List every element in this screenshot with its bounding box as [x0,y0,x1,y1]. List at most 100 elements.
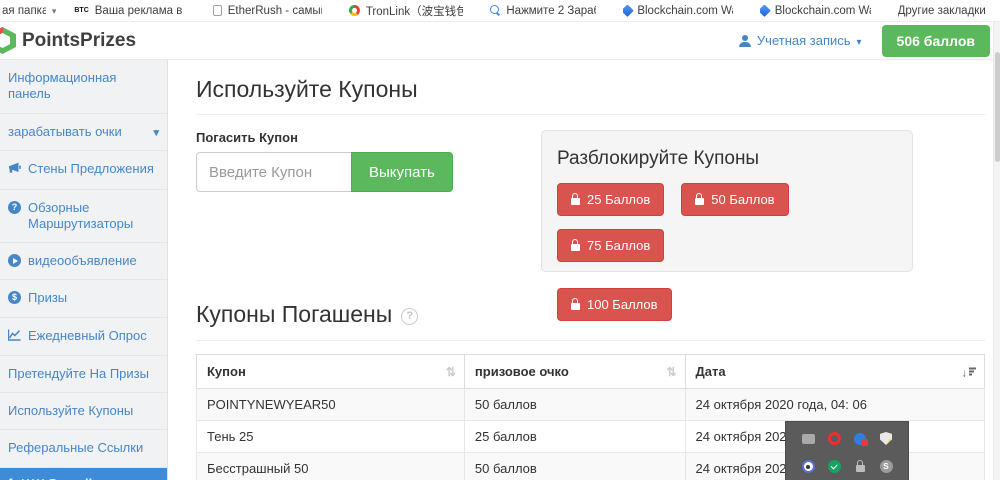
user-icon [739,35,751,47]
sidebar-item-use-coupons[interactable]: Используйте Купоны [0,393,167,430]
bookmark-item[interactable]: Blockchain.com Wa [623,5,733,17]
sidebar-item-label: Ежедневный Опрос [28,328,159,344]
sidebar: Информационная панель зарабатывать очки … [0,60,168,480]
sidebar-item-earn-points[interactable]: зарабатывать очки [0,114,167,152]
redeem-coupon-label: Погасить Купон [196,130,541,145]
tronlink-icon [349,5,359,16]
bookmark-item[interactable]: BTC Ваша реклама в с [74,5,186,17]
sidebar-item-offer-walls[interactable]: Стены Предложения [0,151,167,189]
sidebar-item-survey-routers[interactable]: Обзорные Маршрутизаторы [0,190,167,244]
sidebar-item-label: Используйте Купоны [8,403,159,419]
chevron-down-icon [857,33,862,48]
column-header-date[interactable]: Дата [685,355,984,389]
account-menu[interactable]: Учетная запись [739,33,862,48]
unlock-button-label: 50 Баллов [711,192,774,207]
cell-coupon: Тень 25 [197,421,465,453]
bookmarks-bar: ая папка BTC Ваша реклама в с EtherRush … [0,0,1000,22]
unlock-25-points-button[interactable]: 25 Баллов [557,183,664,216]
cell-coupon: Бесстрашный 50 [197,453,465,480]
site-header: PointsPrizes Учетная запись 506 баллов [0,22,1000,60]
scrollbar-thumb[interactable] [995,52,1000,162]
sidebar-item-daily-poll[interactable]: Ежедневный Опрос [0,318,167,356]
sidebar-item-label: Информационная панель [8,70,159,103]
bookmark-label: TronLink（波宝钱包 [366,3,463,19]
bookmark-item[interactable]: EtherRush - самый [213,5,322,17]
proxy-app-icon[interactable] [854,433,866,445]
cell-points: 25 баллов [464,421,685,453]
chart-icon [8,329,21,345]
lock-icon [571,198,580,205]
column-header-coupon[interactable]: Купон [197,355,465,389]
chat-icon[interactable] [802,434,815,444]
bookmark-label: Blockchain.com Wa [775,5,871,17]
sidebar-item-label: Стены Предложения [28,161,159,177]
shield-warning-icon[interactable] [880,432,892,445]
points-balance-badge[interactable]: 506 баллов [882,25,990,57]
chevron-down-icon [52,5,57,17]
sidebar-item-label: Обзорные Маршрутизаторы [28,200,159,233]
column-label: призовое очко [475,364,569,379]
coupon-input[interactable] [196,152,351,192]
notification-email: fo*****@gmail.com [8,476,159,480]
bookmark-item[interactable]: Нажмите 2 Зараб [490,5,596,17]
question-circle-icon [8,201,21,214]
other-bookmarks-label: Другие закладки [898,5,986,17]
bonus-notification[interactable]: fo*****@gmail.com Offer Bonus Points [0,468,167,480]
sort-icon [666,365,676,379]
bookmark-item[interactable]: Blockchain.com Wa [760,5,870,17]
sidebar-item-label: видеообъявление [28,253,159,269]
cell-date: 24 октября 2020 года, 04: 06 [685,389,984,421]
antivirus-check-icon[interactable] [828,460,841,473]
unlock-75-points-button[interactable]: 75 Баллов [557,229,664,262]
column-label: Дата [696,364,726,379]
cell-points: 50 баллов [464,389,685,421]
lock-icon[interactable] [856,465,865,472]
bookmark-item[interactable]: TronLink（波宝钱包 [349,3,463,19]
sidebar-item-video-ads[interactable]: видеообъявление [0,243,167,280]
sort-descending-icon [962,364,977,379]
bookmark-label: Нажмите 2 Зараб [506,5,595,17]
media-player-icon[interactable] [802,460,815,473]
sidebar-item-claim-prizes[interactable]: Претендуйте На Призы [0,356,167,393]
brand-logo[interactable]: PointsPrizes [0,27,136,54]
opera-icon[interactable] [828,432,841,445]
unlock-50-points-button[interactable]: 50 Баллов [681,183,788,216]
brand-name: PointsPrizes [22,30,136,52]
money-icon [8,291,21,304]
column-header-points[interactable]: призовое очко [464,355,685,389]
unlock-coupons-panel: Разблокируйте Купоны 25 Баллов 50 Баллов [541,130,913,272]
cell-coupon: POINTYNEWYEAR50 [197,389,465,421]
sidebar-item-label: зарабатывать очки [8,124,146,140]
other-bookmarks-button[interactable]: Другие закладки [898,5,990,17]
bookmark-folder[interactable]: ая папка [2,5,56,17]
help-icon[interactable] [401,308,418,325]
search-icon [490,5,500,16]
bullhorn-icon [8,162,21,178]
scrollbar[interactable] [993,22,1000,480]
redeemed-coupons-title: Купоны Погашены [196,301,392,328]
column-label: Купон [207,364,246,379]
bookmark-label: Blockchain.com Wa [637,5,733,17]
sort-icon [446,365,456,379]
sidebar-item-label: Призы [28,290,159,306]
page-title: Используйте Купоны [196,76,985,115]
system-tray-popup: S [786,422,908,480]
sidebar-item-prizes[interactable]: Призы [0,280,167,317]
cell-points: 50 баллов [464,453,685,480]
btc-icon: BTC [74,7,88,14]
unlock-100-points-button[interactable]: 100 Баллов [557,288,672,321]
unlock-button-label: 75 Баллов [587,238,650,253]
redeem-button[interactable]: Выкупать [351,152,453,192]
bookmark-label: EtherRush - самый [228,5,323,17]
sidebar-item-referral-links[interactable]: Реферальные Ссылки [0,430,167,467]
account-label: Учетная запись [757,33,851,48]
blockchain-icon [623,5,634,17]
bookmark-label: Ваша реклама в с [95,5,186,17]
sidebar-item-label: Реферальные Ссылки [8,440,159,456]
skype-icon[interactable]: S [880,460,893,473]
play-circle-icon [8,254,21,267]
page-icon [213,5,222,16]
sidebar-item-dashboard[interactable]: Информационная панель [0,60,167,114]
lock-icon [571,244,580,251]
bookmark-folder-label: ая папка [2,5,46,17]
